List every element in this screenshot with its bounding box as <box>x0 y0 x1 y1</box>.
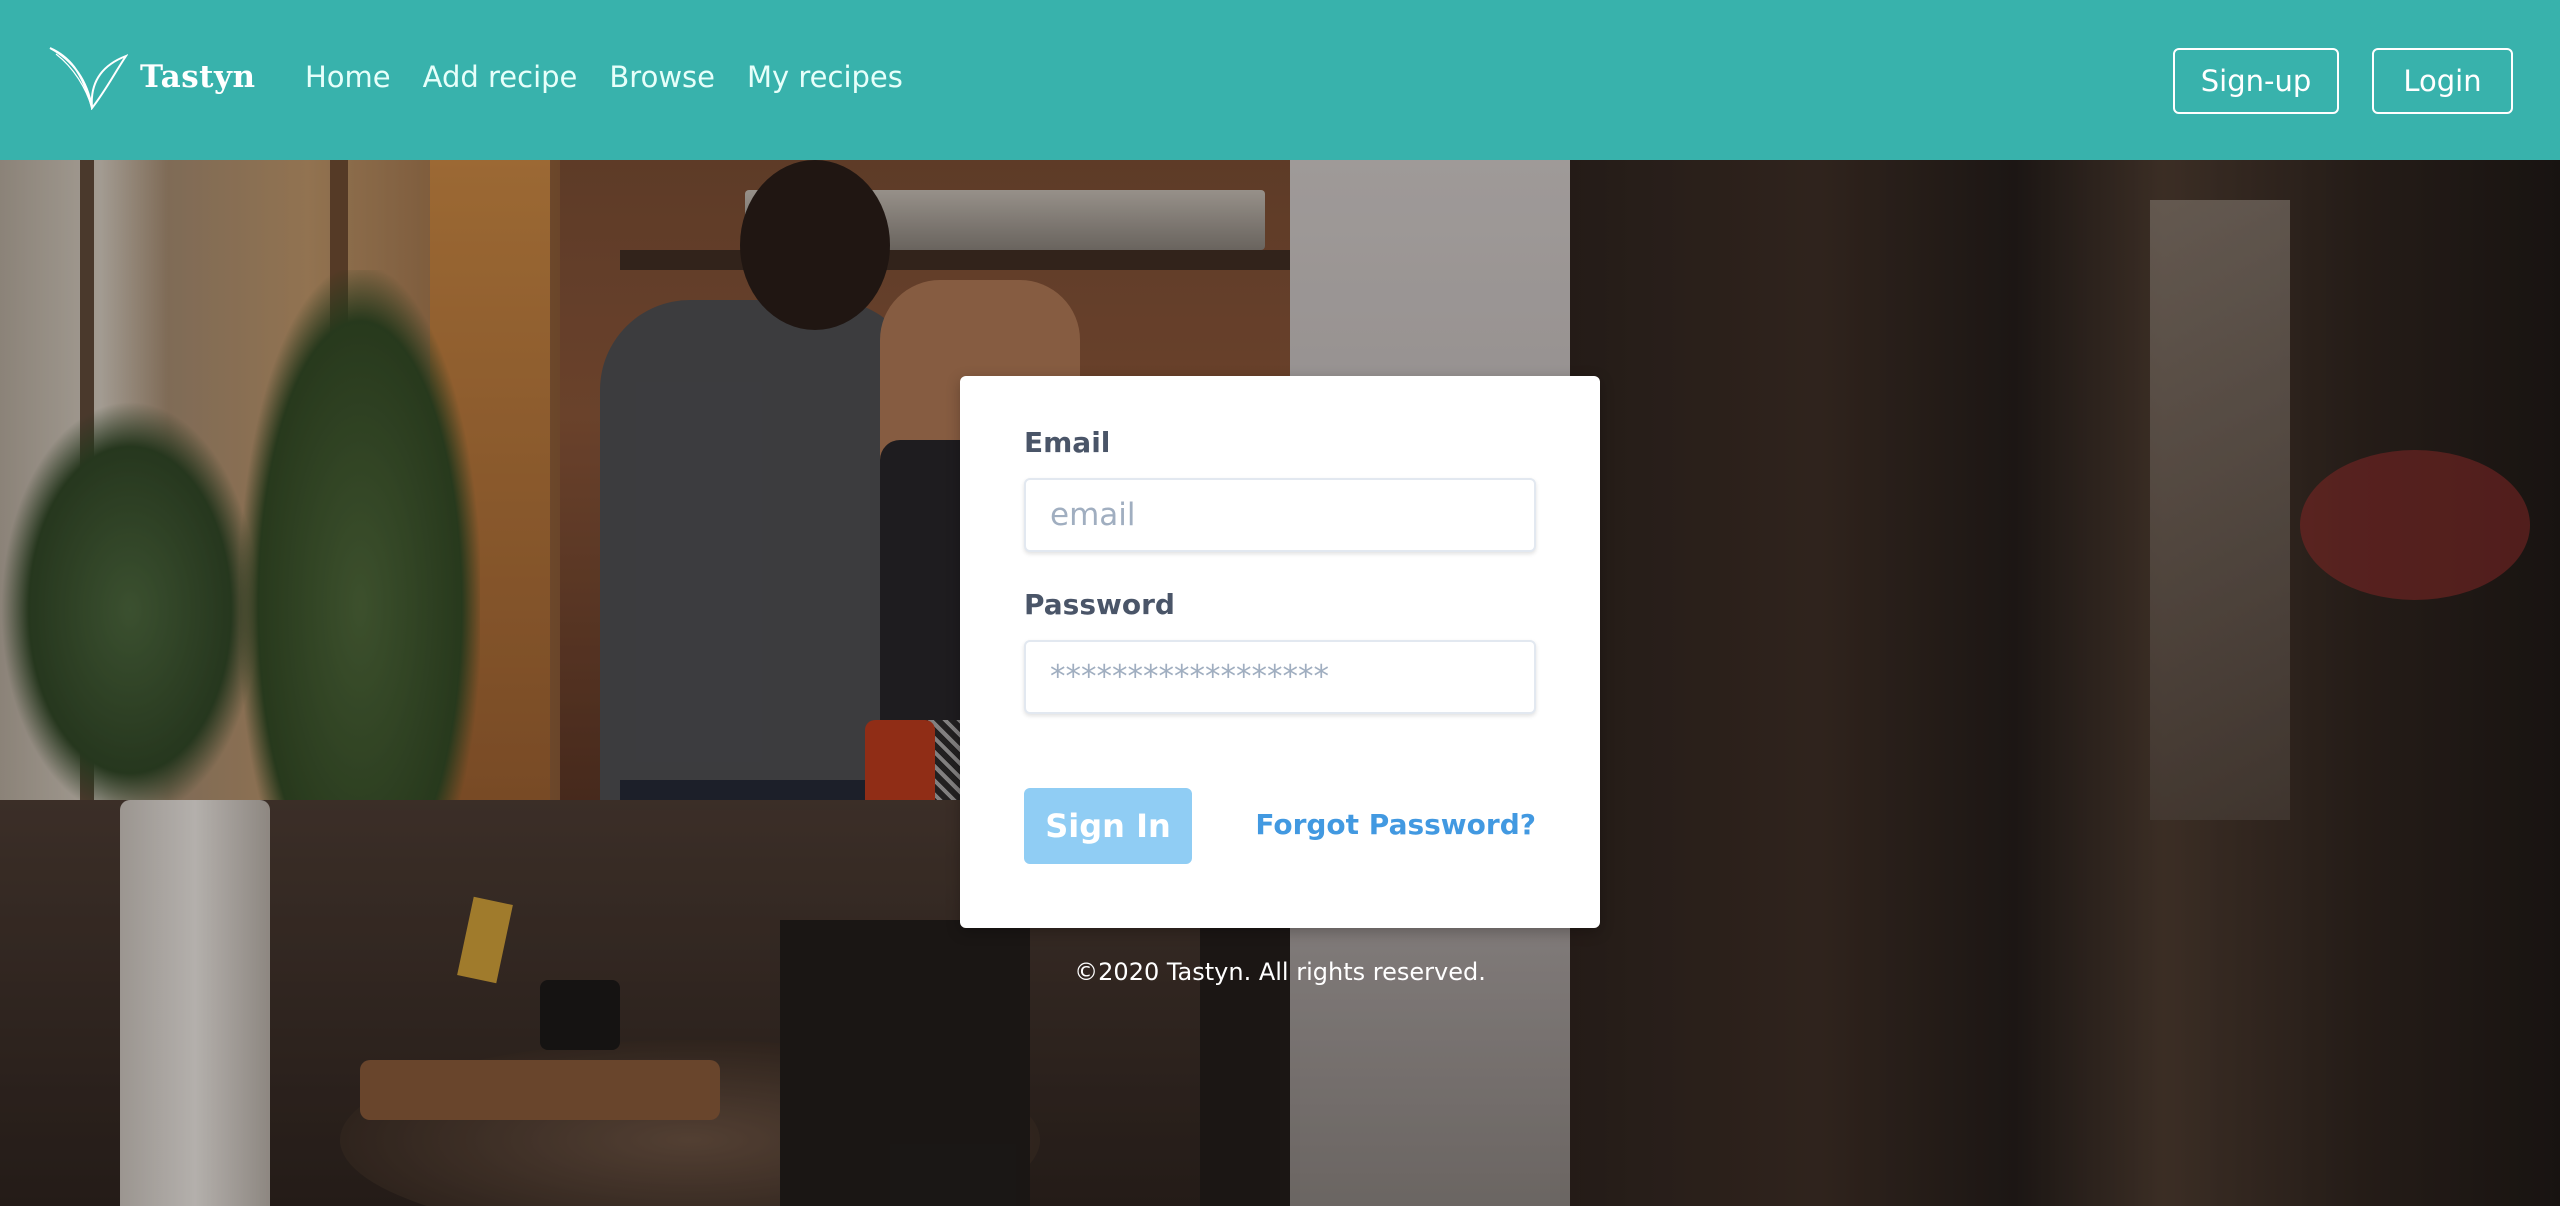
password-field[interactable] <box>1024 640 1536 714</box>
login-button[interactable]: Login <box>2372 48 2513 114</box>
nav-link-add-recipe[interactable]: Add recipe <box>423 60 578 94</box>
password-label: Password <box>1024 588 1175 621</box>
brand-logo-link[interactable]: Tastyn <box>48 44 256 110</box>
nav-link-home[interactable]: Home <box>305 60 391 94</box>
forgot-password-link[interactable]: Forgot Password? <box>1255 808 1536 841</box>
email-label: Email <box>1024 426 1111 459</box>
top-navbar: Tastyn Home Add recipe Browse My recipes… <box>0 0 2560 160</box>
leaf-sprout-icon <box>48 44 128 110</box>
email-field[interactable] <box>1024 478 1536 552</box>
login-card: Email Password Sign In Forgot Password? <box>960 376 1600 928</box>
copyright-text: ©2020 Tastyn. All rights reserved. <box>1074 958 1486 986</box>
main-nav: Home Add recipe Browse My recipes <box>305 60 935 94</box>
nav-link-my-recipes[interactable]: My recipes <box>747 60 903 94</box>
signup-button[interactable]: Sign-up <box>2173 48 2339 114</box>
sign-in-button[interactable]: Sign In <box>1024 788 1192 864</box>
nav-link-browse[interactable]: Browse <box>609 60 715 94</box>
brand-name: Tastyn <box>140 59 256 95</box>
